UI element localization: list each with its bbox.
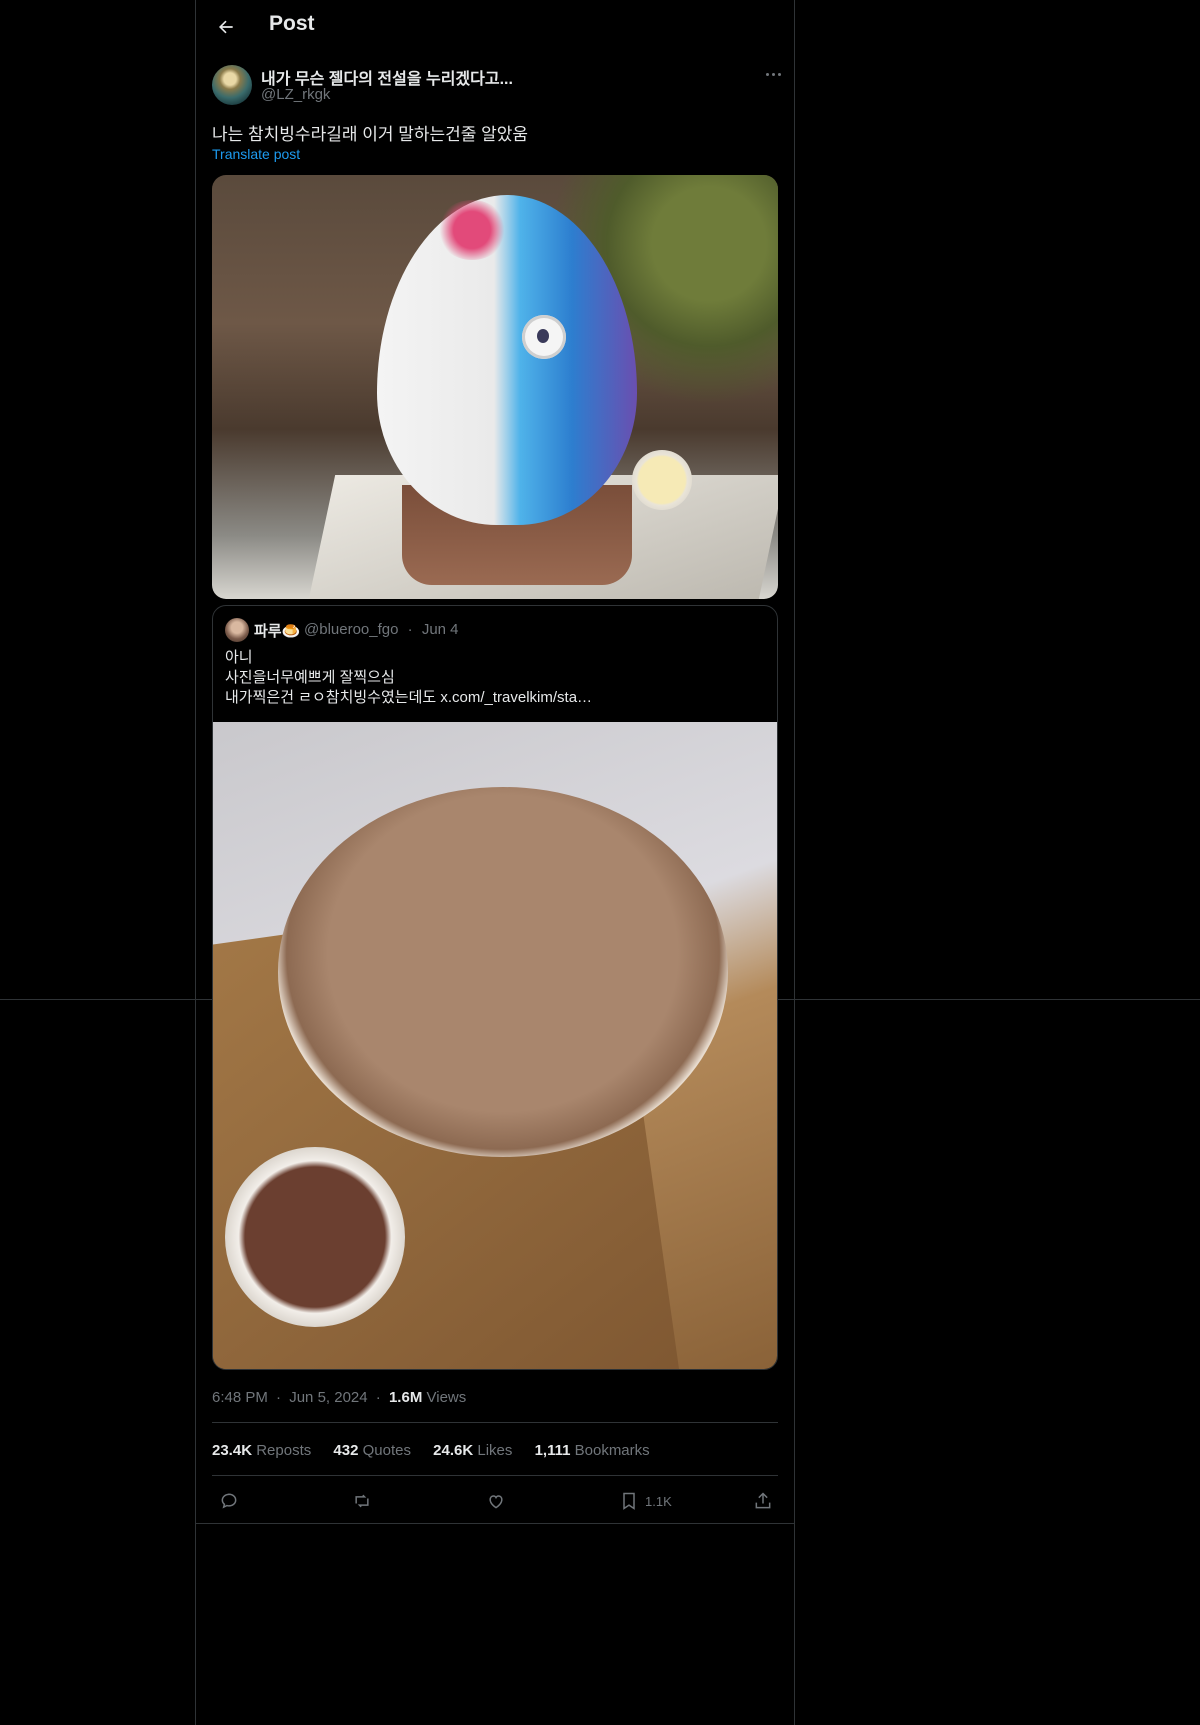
quote-meta: @blueroo_fgo · Jun 4 [304, 621, 459, 638]
quote-text-line-2: 사진을너무예쁘게 잘찍으심 [225, 669, 395, 686]
quote-date: Jun 4 [421, 621, 459, 638]
quote-avatar [225, 618, 249, 642]
main-column: Post 내가 무슨 젤다의 전설을 누리겠다고... @LZ_rkgk 나는 … [195, 0, 795, 1725]
divider [196, 1523, 794, 1524]
post-image[interactable] [212, 175, 778, 599]
back-button[interactable] [210, 11, 242, 43]
author-handle[interactable]: @LZ_rkgk [261, 86, 330, 103]
bookmarks-stat[interactable]: 1,111 Bookmarks [535, 1442, 650, 1459]
quote-text-line-3: 내가찍은건 ㄹㅇ참치빙수였는데도 x.com/_travelkim/sta… [225, 689, 593, 706]
views-label: Views [426, 1389, 467, 1406]
views-count: 1.6M [388, 1389, 423, 1406]
translate-post-link[interactable]: Translate post [212, 146, 300, 162]
back-arrow-icon [219, 20, 233, 34]
bookmark-button[interactable]: 1.1K [619, 1488, 672, 1514]
post-time[interactable]: 6:48 PM [212, 1389, 268, 1406]
share-icon [755, 1492, 771, 1509]
bookmark-icon [623, 1492, 635, 1510]
like-button[interactable] [486, 1488, 506, 1514]
quote-display-name: 파루🍮 [254, 623, 301, 640]
quotes-stat[interactable]: 432 Quotes [333, 1442, 411, 1459]
post-date[interactable]: Jun 5, 2024 [289, 1389, 367, 1406]
more-button[interactable] [756, 62, 790, 86]
likes-stat[interactable]: 24.6K Likes [433, 1442, 512, 1459]
post-meta: 6:48 PM · Jun 5, 2024 · 1.6M Views [212, 1389, 467, 1406]
share-button[interactable] [753, 1488, 773, 1514]
reply-icon [221, 1493, 237, 1509]
divider [212, 1422, 778, 1423]
more-icon [765, 72, 781, 76]
repost-button[interactable] [352, 1488, 372, 1514]
quote-handle: @blueroo_fgo [304, 621, 399, 638]
post-text: 나는 참치빙수라길래 이거 말하는건줄 알았움 [212, 125, 529, 144]
quoted-post[interactable]: 파루🍮 @blueroo_fgo · Jun 4 아니 사진을너무예쁘게 잘찍으… [212, 605, 778, 1370]
like-icon [489, 1495, 503, 1509]
author-avatar[interactable] [212, 65, 252, 105]
quote-image[interactable] [213, 722, 777, 1369]
engagement-stats: 23.4K Reposts 432 Quotes 24.6K Likes 1,1… [212, 1442, 668, 1459]
reply-button[interactable] [219, 1488, 239, 1514]
page-title: Post [269, 12, 315, 35]
repost-icon [355, 1494, 369, 1508]
divider [212, 1475, 778, 1476]
reposts-stat[interactable]: 23.4K Reposts [212, 1442, 311, 1459]
header: Post [196, 0, 794, 53]
bookmark-count: 1.1K [645, 1493, 672, 1509]
quote-text-line-1: 아니 [225, 649, 253, 666]
action-bar: 1.1K [196, 1478, 794, 1524]
